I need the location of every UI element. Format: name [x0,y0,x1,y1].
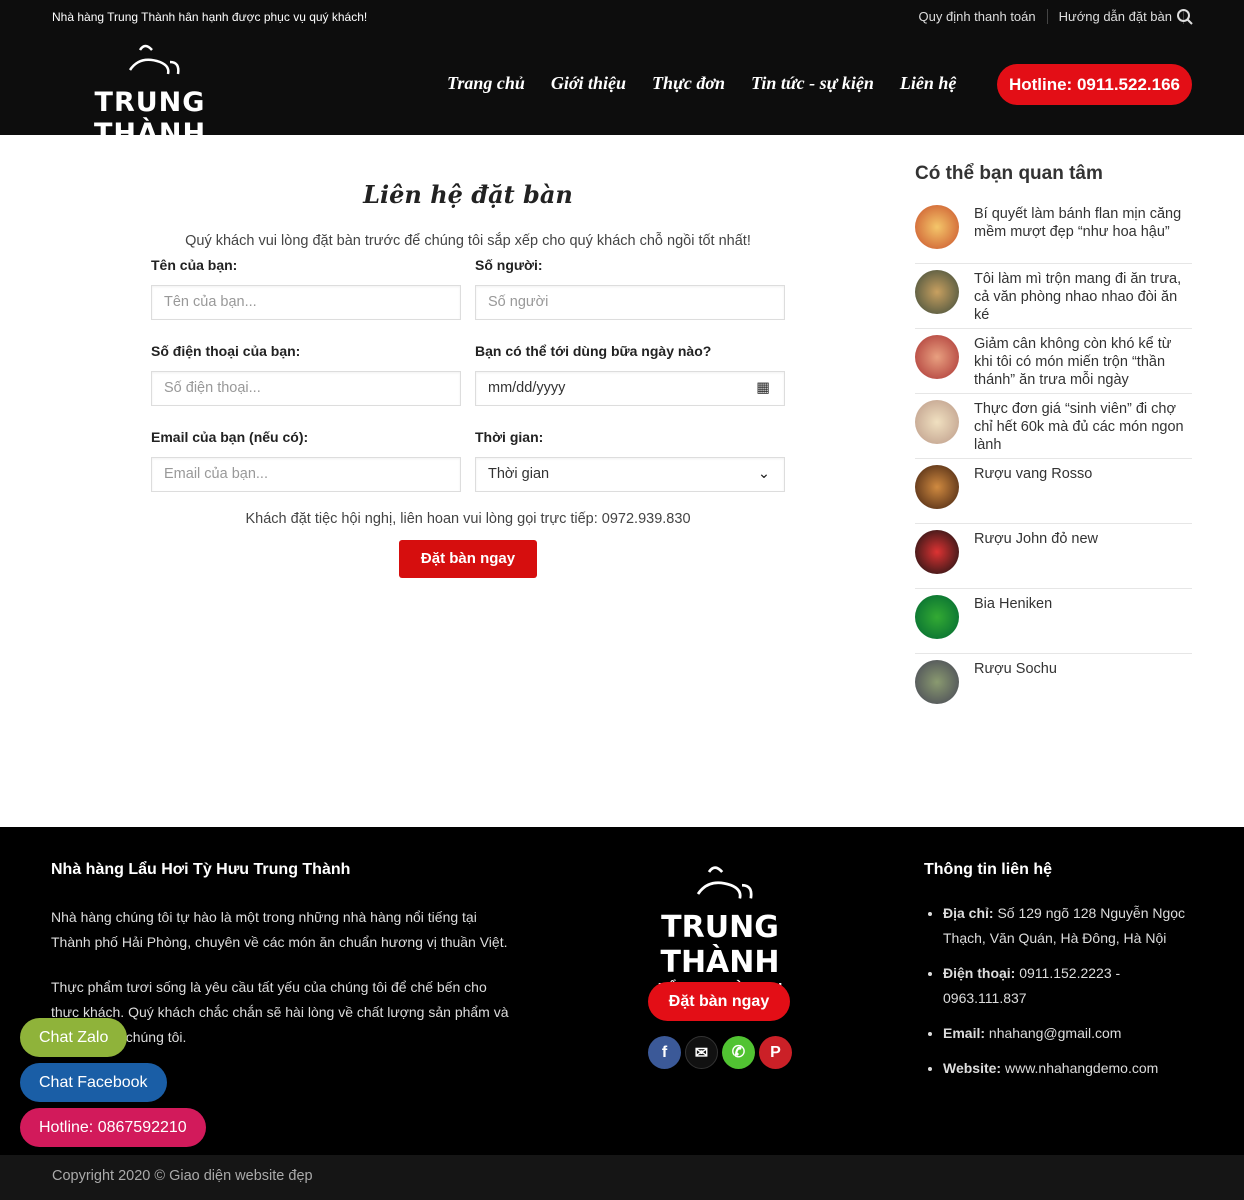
contact-title: Thông tin liên hệ [924,861,1052,878]
list-item[interactable]: Rượu Sochu [915,654,1192,719]
item-title[interactable]: Rượu Sochu [974,660,1057,719]
dragon-logo-icon [128,44,180,75]
pinterest-icon[interactable]: P [759,1036,792,1069]
thumbnail [915,335,959,379]
nav-menu[interactable]: Thực đơn [652,73,725,94]
thumbnail [915,400,959,444]
time-label: Thời gian: [475,429,544,445]
hotline-button[interactable]: Hotline: 0911.522.166 [996,64,1192,105]
list-item[interactable]: Giảm cân không còn khó kể từ khi tôi có … [915,329,1192,394]
guests-label: Số người: [475,257,543,273]
footer-about-title: Nhà hàng Lẩu Hơi Tỳ Hưu Trung Thành [51,861,351,878]
email-input[interactable]: Email của bạn... [151,457,461,492]
date-placeholder: mm/dd/yyyy [488,380,566,396]
value: nhahang@gmail.com [985,1025,1122,1041]
item-title[interactable]: Giảm cân không còn khó kể từ khi tôi có … [974,335,1192,393]
name-input[interactable]: Tên của bạn... [151,285,461,320]
sidebar-title: Có thể bạn quan tâm [915,163,1103,184]
logo-name: TRUNG THÀNH [93,87,207,149]
item-title[interactable]: Tôi làm mì trộn mang đi ăn trưa, cả văn … [974,270,1192,328]
footer-logo-name: TRUNG THÀNH [660,910,780,980]
label: Email: [943,1025,986,1041]
booking-guide-link[interactable]: Hướng dẫn đặt bàn [1048,9,1184,24]
label: Điện thoại: [943,965,1016,981]
party-note: Khách đặt tiệc hội nghị, liên hoan vui l… [245,511,691,527]
list-item[interactable]: Rượu John đỏ new [915,524,1192,589]
email-icon[interactable]: ✉ [685,1036,718,1069]
value: www.nhahangdemo.com [1001,1060,1159,1076]
dragon-logo-icon [696,866,753,899]
item-title[interactable]: Rượu vang Rosso [974,465,1092,523]
top-links: Quy định thanh toán Hướng dẫn đặt bàn [908,9,1184,24]
email-label: Email của bạn (nếu có): [151,429,309,445]
item-title[interactable]: Thực đơn giá “sinh viên” đi chợ chỉ hết … [974,400,1192,458]
social-icons: f ✉ ✆ P [648,1036,792,1069]
phone-icon[interactable]: ✆ [722,1036,755,1069]
label: Website: [943,1060,1002,1076]
item-title[interactable]: Bia Heniken [974,595,1052,653]
thumbnail [915,205,959,249]
contact-phone: Điện thoại: 0911.152.2223 - 0963.111.837 [943,961,1204,1011]
facebook-icon[interactable]: f [648,1036,681,1069]
footer-logo: TRUNG THÀNH LẨU HƠI TỲ HƯU [612,861,828,997]
contact-address: Địa chỉ: Số 129 ngõ 128 Nguyễn Ngọc Thạc… [943,901,1204,951]
form-description: Quý khách vui lòng đặt bàn trước để chún… [185,233,751,249]
payment-policy-link[interactable]: Quy định thanh toán [908,9,1048,24]
item-title[interactable]: Bí quyết làm bánh flan mịn căng mềm mượt… [974,205,1192,263]
nav-news[interactable]: Tin tức - sự kiện [751,73,874,94]
thumbnail [915,530,959,574]
list-item[interactable]: Tôi làm mì trộn mang đi ăn trưa, cả văn … [915,264,1192,329]
item-title[interactable]: Rượu John đỏ new [974,530,1098,588]
time-select[interactable]: Thời gian ⌄ [475,457,785,492]
chevron-down-icon: ⌄ [757,466,770,482]
phone-label: Số điện thoại của bạn: [151,343,301,359]
main-nav: Trang chủ Giới thiệu Thực đơn Tin tức - … [447,73,956,94]
floating-hotline-button[interactable]: Hotline: 0867592210 [20,1108,206,1147]
contact-email: Email: nhahang@gmail.com [943,1021,1204,1046]
thumbnail [915,595,959,639]
name-label: Tên của bạn: [151,257,238,273]
list-item[interactable]: Bia Heniken [915,589,1192,654]
contact-website: Website: www.nhahangdemo.com [943,1056,1204,1081]
nav-contact[interactable]: Liên hệ [900,73,957,94]
submit-booking-button[interactable]: Đặt bàn ngay [399,540,537,578]
thumbnail [915,465,959,509]
logo-tagline: LẨU HƠI TỲ HƯU [96,151,204,166]
phone-input[interactable]: Số điện thoại... [151,371,461,406]
list-item[interactable]: Bí quyết làm bánh flan mịn căng mềm mượt… [915,199,1192,264]
nav-about[interactable]: Giới thiệu [551,73,626,94]
footer-about-text: Nhà hàng chúng tôi tự hào là một trong n… [51,909,508,950]
date-label: Bạn có thể tới dùng bữa ngày nào? [475,343,712,359]
list-item[interactable]: Rượu vang Rosso [915,459,1192,524]
footer: Nhà hàng Lẩu Hơi Tỳ Hưu Trung Thành Nhà … [0,827,1244,1155]
copyright: Copyright 2020 © Giao diện website đẹp [0,1155,1244,1200]
footer-booking-button[interactable]: Đặt bàn ngay [648,982,790,1021]
list-item[interactable]: Thực đơn giá “sinh viên” đi chợ chỉ hết … [915,394,1192,459]
chat-facebook-button[interactable]: Chat Facebook [20,1063,167,1102]
time-selected: Thời gian [488,466,550,482]
thumbnail [915,270,959,314]
thumbnail [915,660,959,704]
chat-zalo-button[interactable]: Chat Zalo [20,1018,128,1057]
search-icon[interactable] [1176,8,1194,26]
date-input[interactable]: mm/dd/yyyy ▦ [475,371,785,406]
sidebar: Có thể bạn quan tâm Bí quyết làm bánh fl… [915,163,1192,719]
nav-home[interactable]: Trang chủ [447,73,525,94]
top-message: Nhà hàng Trung Thành hân hạnh được phục … [52,10,368,24]
calendar-icon[interactable]: ▦ [756,372,770,405]
form-title: Liên hệ đặt bàn [363,180,573,209]
logo[interactable]: TRUNG THÀNH LẨU HƠI TỲ HƯU [55,40,245,166]
header: Nhà hàng Trung Thành hân hạnh được phục … [0,0,1244,166]
label: Địa chỉ: [943,905,994,921]
booking-form: Liên hệ đặt bàn Quý khách vui lòng đặt b… [151,180,785,578]
guests-input[interactable]: Số người [475,285,785,320]
